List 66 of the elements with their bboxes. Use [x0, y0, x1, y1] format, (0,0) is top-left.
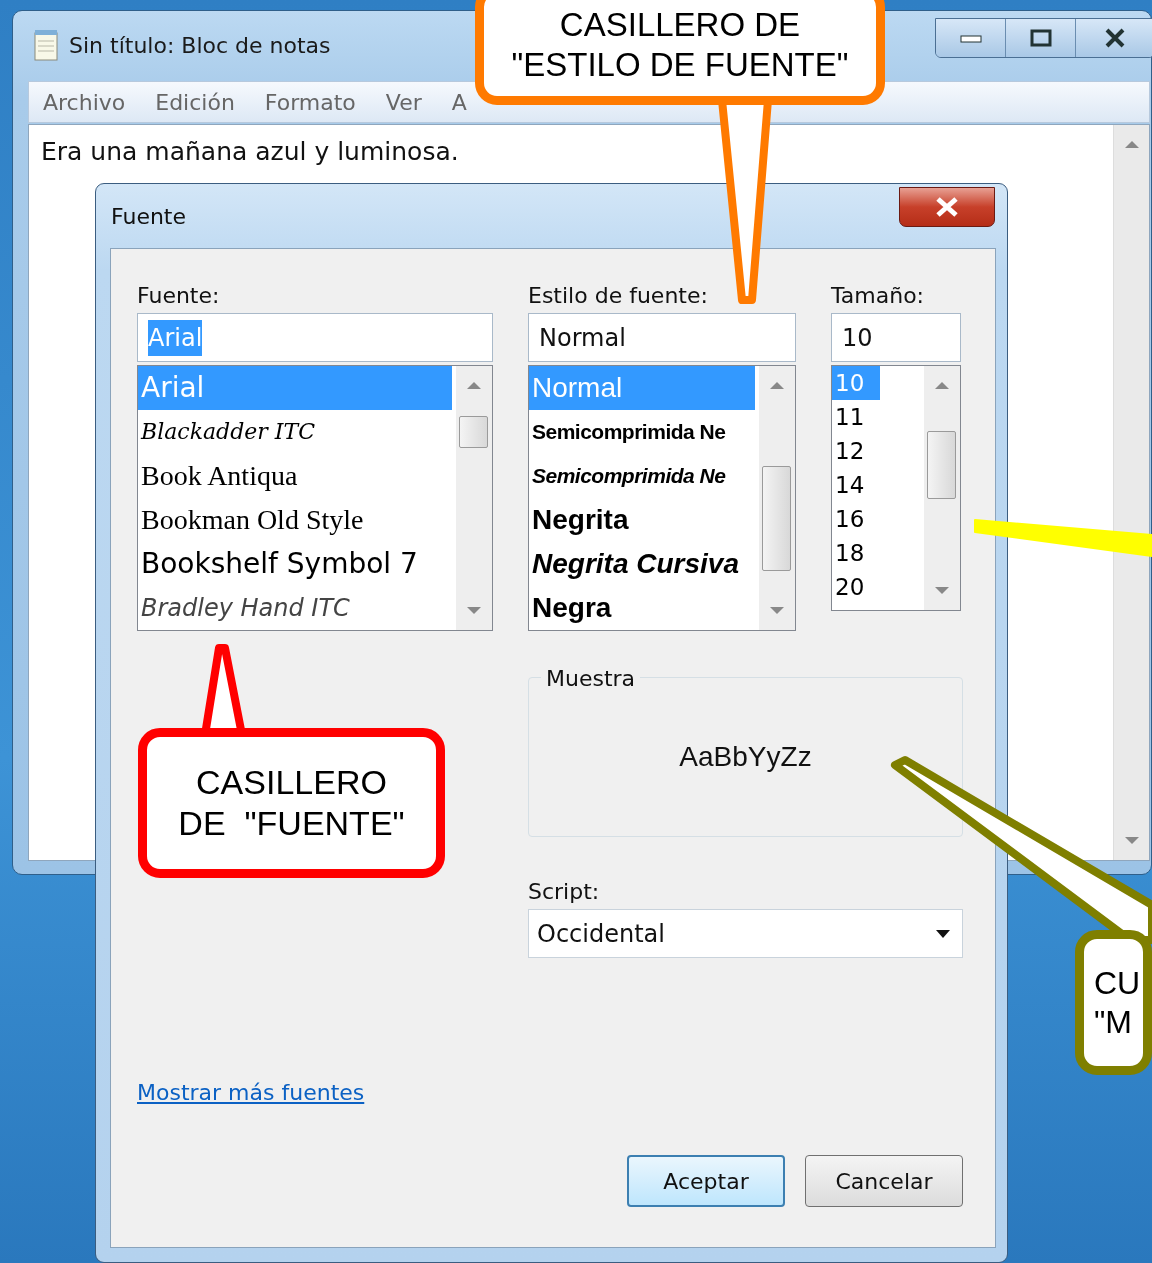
callout-text: CU "M	[1094, 964, 1141, 1041]
menu-item[interactable]: Edición	[155, 85, 235, 119]
list-item[interactable]: Book Antiqua	[138, 454, 452, 498]
list-item[interactable]: 14	[832, 468, 920, 502]
scrollbar[interactable]	[1113, 125, 1149, 860]
list-item[interactable]: Bookman Old Style	[138, 498, 452, 542]
menu-item[interactable]: Formato	[264, 85, 356, 119]
menu-item[interactable]: A	[451, 85, 467, 119]
list-item[interactable]: 12	[832, 434, 920, 468]
close-button[interactable]	[1076, 19, 1152, 57]
close-icon	[1103, 28, 1126, 48]
list-item[interactable]: Bookshelf Symbol 7	[138, 542, 452, 586]
scroll-down-icon	[1125, 837, 1139, 844]
size-field[interactable]: 10	[831, 313, 961, 362]
list-item[interactable]: 20	[832, 570, 920, 604]
list-item[interactable]: Semicomprimida Ne	[529, 454, 755, 498]
scrollbar[interactable]	[456, 366, 492, 630]
scroll-up-icon	[467, 382, 481, 389]
window-title: Sin título: Bloc de notas	[69, 31, 331, 60]
callout-text: CASILLERO DE "FUENTE"	[178, 762, 405, 844]
scroll-up-icon	[935, 382, 949, 389]
scroll-thumb[interactable]	[762, 466, 791, 571]
notepad-icon	[33, 29, 59, 61]
document-text: Era una mañana azul y luminosa.	[40, 136, 460, 168]
dialog-button[interactable]: Aceptar	[627, 1155, 785, 1207]
dialog-title: Fuente	[111, 202, 187, 231]
list-item[interactable]: Negra	[529, 586, 755, 630]
field-label: Script:	[528, 878, 601, 906]
menu-item[interactable]: Archivo	[43, 85, 126, 119]
list-item[interactable]: 16	[832, 502, 920, 536]
list-item[interactable]: 18	[832, 536, 920, 570]
scroll-down-icon	[770, 607, 784, 614]
minimize-icon	[959, 33, 982, 43]
size-list[interactable]: 10 11 12 14 16 18 20	[831, 365, 961, 611]
scroll-up-icon	[1125, 141, 1139, 148]
scrollbar[interactable]	[759, 366, 795, 630]
scroll-thumb[interactable]	[459, 416, 488, 448]
list-item[interactable]: Blackadder ITC	[138, 410, 452, 454]
close-button[interactable]	[899, 187, 995, 227]
list-item[interactable]: Bradley Hand ITC	[138, 586, 452, 630]
list-item[interactable]: Negrita	[529, 498, 755, 542]
field-label: Fuente:	[137, 282, 221, 310]
sample-text: AaBbYyZz	[679, 740, 812, 774]
font-list[interactable]: Arial Blackadder ITC Book Antiqua Bookman Old Style Bookshelf Symbol 7 Bradley Hand ITC	[137, 365, 493, 631]
dropdown-arrow-icon	[936, 929, 950, 938]
menu-item[interactable]: Ver	[385, 85, 422, 119]
field-label: Tamaño:	[831, 282, 925, 310]
maximize-icon	[1029, 29, 1052, 47]
scroll-thumb[interactable]	[927, 431, 956, 499]
style-list[interactable]: Normal Semicomprimida Ne Semicomprimida Ne Negrita Negrita Cursiva Negra	[528, 365, 796, 631]
scroll-down-icon	[467, 607, 481, 614]
scroll-down-icon	[935, 587, 949, 594]
scroll-up-icon	[770, 382, 784, 389]
minimize-button[interactable]	[936, 19, 1006, 57]
list-item[interactable]: Negrita Cursiva	[529, 542, 755, 586]
dialog-button[interactable]: Cancelar	[805, 1155, 963, 1207]
maximize-button[interactable]	[1006, 19, 1076, 57]
list-item[interactable]: Semicomprimida Ne	[529, 410, 755, 454]
field-label: Estilo de fuente:	[528, 282, 709, 310]
callout-text: CASILLERO DE "ESTILO DE FUENTE"	[511, 5, 849, 85]
list-item[interactable]: 11	[832, 400, 920, 434]
scrollbar[interactable]	[924, 366, 960, 610]
close-icon	[934, 196, 960, 218]
style-field[interactable]: Normal	[528, 313, 796, 362]
script-dropdown[interactable]: Occidental	[528, 909, 963, 958]
more-fonts-link[interactable]: Mostrar más fuentes	[137, 1076, 365, 1109]
